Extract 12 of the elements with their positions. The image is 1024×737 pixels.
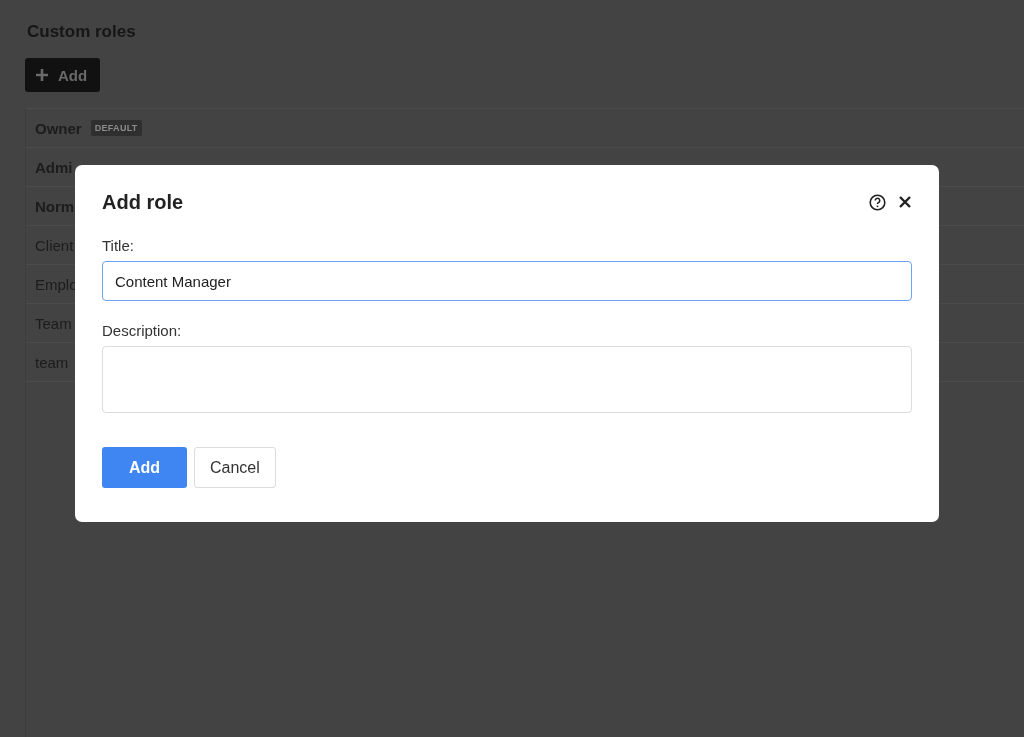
title-input[interactable]: Content Manager xyxy=(102,261,912,301)
add-button[interactable]: Add xyxy=(25,58,101,92)
field-label: Description: xyxy=(102,322,183,339)
field-label: Title: xyxy=(102,237,135,254)
description-input[interactable] xyxy=(102,346,912,413)
plus-icon xyxy=(35,68,49,82)
help-icon[interactable] xyxy=(869,193,886,211)
default-badge: DEFAULT xyxy=(90,120,142,136)
dialog-title: Add role xyxy=(102,190,184,214)
close-icon[interactable] xyxy=(898,195,912,209)
cancel-button[interactable]: Cancel xyxy=(194,447,276,488)
add-button[interactable]: Add xyxy=(102,447,187,488)
